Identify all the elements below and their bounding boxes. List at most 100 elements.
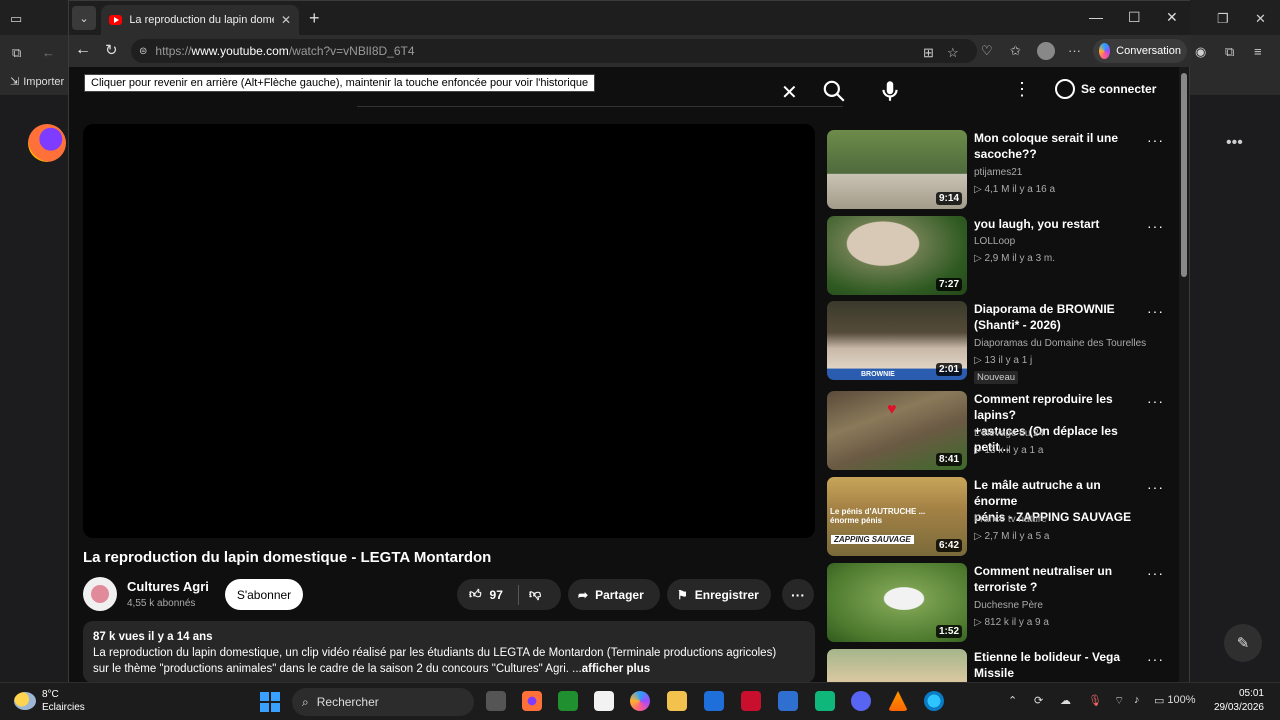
reload-button[interactable]: ↻ (105, 41, 118, 59)
edit-button[interactable]: ✎ (1224, 624, 1262, 662)
more-actions-button[interactable]: ··· (782, 579, 814, 610)
bg-back-icon[interactable]: ← (42, 45, 55, 60)
onedrive-icon[interactable]: ☁ (1060, 694, 1071, 707)
address-bar[interactable]: ⊜ https://www.youtube.com/watch?v=vNBlI8… (131, 39, 977, 63)
new-tab-icon[interactable]: + (309, 8, 320, 29)
file-explorer-icon[interactable] (667, 691, 687, 711)
copilot-taskbar-icon[interactable] (630, 691, 650, 711)
task-view-icon[interactable] (486, 691, 506, 711)
back-tooltip: Cliquer pour revenir en arrière (Alt+Flè… (84, 74, 596, 92)
import-icon: ⇲ (10, 76, 20, 88)
share-button[interactable]: ➦ Partager (568, 579, 660, 610)
profile-avatar[interactable] (1037, 42, 1055, 60)
clock[interactable]: 05:01 29/03/2026 (1212, 687, 1264, 715)
microphone-tray-icon[interactable]: 🎙︎ (1088, 694, 1102, 707)
bg-menu-icon[interactable]: ≡ (1254, 44, 1262, 59)
edge-taskbar-icon[interactable] (924, 691, 944, 711)
recommendation-menu-icon[interactable]: ··· (1147, 651, 1164, 667)
subscribe-button[interactable]: S'abonner (225, 579, 303, 610)
video-thumbnail[interactable]: 7:27 (827, 216, 967, 295)
vscode-icon[interactable] (704, 691, 724, 711)
settings-more-icon[interactable]: ··· (1068, 43, 1081, 58)
favorite-star-icon[interactable]: ☆ (947, 45, 959, 61)
firefox-icon[interactable] (28, 124, 66, 162)
browser-essentials-icon[interactable]: ♡ (981, 43, 993, 59)
minimize-icon[interactable]: — (1089, 9, 1103, 25)
recommendation-item[interactable]: ♥ 8:41 Comment reproduire les lapins? +as… (827, 391, 1167, 471)
show-hidden-icons-icon[interactable]: ⌃ (1008, 694, 1017, 707)
show-more-link[interactable]: afficher plus (582, 663, 650, 675)
page-scrollbar[interactable] (1179, 67, 1189, 683)
recommendation-menu-icon[interactable]: ··· (1147, 479, 1164, 495)
close-window-icon[interactable]: ✕ (1166, 9, 1178, 26)
recommendation-stats: ▷ 13 il y a 1 j (974, 355, 1033, 366)
tab-list-button[interactable]: ⌄ (72, 6, 96, 30)
workspaces-icon[interactable]: ⧉ (12, 45, 21, 61)
windows-start-icon[interactable] (260, 692, 280, 712)
recommendation-item[interactable]: Etienne le bolideur - Vega Missile ··· (827, 649, 1167, 683)
taskbar-search[interactable]: ⌕ Rechercher (292, 688, 474, 716)
recommendation-title: Mon coloque serait il une sacoche?? (974, 131, 1119, 161)
video-thumbnail[interactable]: 1:52 (827, 563, 967, 642)
recommendation-item[interactable]: 9:14 Mon coloque serait il une sacoche?? … (827, 130, 1167, 210)
recommendation-menu-icon[interactable]: ··· (1147, 565, 1164, 581)
vlc-icon[interactable] (888, 691, 908, 711)
copilot-button[interactable]: Conversation (1093, 39, 1187, 63)
volume-icon[interactable]: ♪ (1134, 694, 1140, 706)
video-thumbnail[interactable] (827, 649, 967, 683)
like-button[interactable]: 👍︎ 97 (457, 584, 519, 605)
save-button[interactable]: ⚑ Enregistrer (667, 579, 771, 610)
bg-close-icon[interactable]: ✕ (1255, 11, 1266, 27)
signin-button[interactable]: Se connecter (1055, 79, 1156, 99)
weather-widget[interactable]: 8°C Eclaircies (14, 688, 85, 714)
video-thumbnail[interactable]: 9:14 (827, 130, 967, 209)
settings-dots-icon[interactable]: ⋮ (1013, 79, 1032, 100)
back-button[interactable]: ← (75, 41, 91, 59)
channel-name[interactable]: Cultures Agri (127, 579, 209, 594)
store-icon[interactable] (594, 691, 614, 711)
channel-avatar[interactable] (83, 577, 117, 611)
scrollbar-thumb[interactable] (1181, 73, 1187, 277)
dislike-button[interactable]: 👎︎ (519, 587, 541, 602)
xbox-icon[interactable] (558, 691, 578, 711)
tab-youtube[interactable]: La reproduction du lapin domestique - LE… (101, 5, 299, 35)
recommendation-menu-icon[interactable]: ··· (1147, 303, 1164, 319)
recommendation-menu-icon[interactable]: ··· (1147, 218, 1164, 234)
search-icon[interactable] (821, 78, 847, 104)
recommendation-item[interactable]: BROWNIE 2:01 Diaporama de BROWNIE (Shanti… (827, 301, 1167, 384)
video-thumbnail[interactable]: BROWNIE 2:01 (827, 301, 967, 380)
recommendation-menu-icon[interactable]: ··· (1147, 393, 1164, 409)
favorites-icon[interactable]: ✩ (1010, 43, 1021, 59)
close-tab-icon[interactable]: ✕ (281, 13, 291, 27)
app-available-icon[interactable]: ⊞ (923, 45, 934, 61)
outlook-icon[interactable] (778, 691, 798, 711)
description-box[interactable]: 87 k vues il y a 14 ans La reproduction … (83, 621, 815, 683)
site-info-icon[interactable]: ⊜ (139, 46, 147, 57)
bg-profile-icon[interactable]: ◉ (1195, 44, 1206, 60)
video-thumbnail[interactable]: ♥ 8:41 (827, 391, 967, 470)
maximize-icon[interactable]: ☐ (1128, 9, 1141, 26)
recommendation-item[interactable]: 1:52 Comment neutraliser un terroriste ? … (827, 563, 1167, 643)
close-search-icon[interactable]: ✕ (781, 80, 798, 105)
tab-actions-icon[interactable]: ▭ (10, 11, 22, 27)
sync-icon[interactable]: ⟳ (1034, 694, 1043, 707)
bg-restore-icon[interactable]: ❐ (1217, 11, 1229, 27)
microphone-icon[interactable] (877, 78, 903, 104)
battery-indicator[interactable]: ▭ 100% (1154, 694, 1196, 707)
bg-extensions-icon[interactable]: ⧉ (1225, 44, 1234, 60)
android-icon[interactable] (815, 691, 835, 711)
wifi-icon[interactable]: ⌔ (1114, 694, 1124, 708)
import-bookmark[interactable]: ⇲ Importer (10, 75, 64, 89)
firefox-taskbar-icon[interactable] (522, 691, 542, 711)
discord-icon[interactable] (851, 691, 871, 711)
bg-more-icon[interactable]: ••• (1226, 134, 1243, 152)
video-player[interactable] (83, 124, 815, 538)
video-thumbnail[interactable]: Le pénis d'AUTRUCHE ... énorme pénis ZAPP… (827, 477, 967, 556)
recommendation-item[interactable]: Le pénis d'AUTRUCHE ... énorme pénis ZAPP… (827, 477, 1167, 557)
recommendation-channel: L'élevage du 24 (974, 428, 1045, 439)
mcafee-icon[interactable] (741, 691, 761, 711)
video-meta: 87 k vues il y a 14 ans (93, 631, 213, 643)
recommendation-item[interactable]: 7:27 you laugh, you restart LOLLoop ▷ 2,… (827, 216, 1167, 296)
duration-badge: 6:42 (935, 539, 962, 552)
recommendation-menu-icon[interactable]: ··· (1147, 132, 1164, 148)
